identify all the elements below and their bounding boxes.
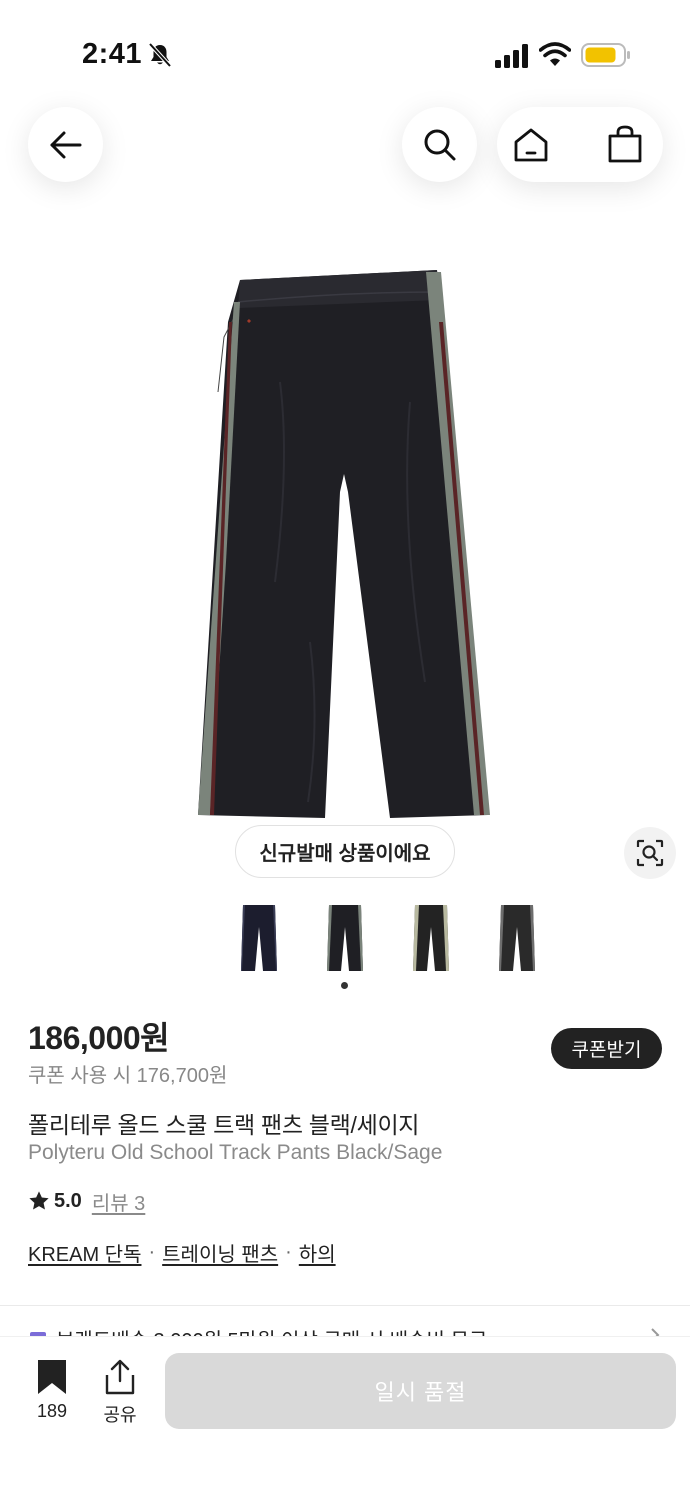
bell-slash-icon [148,42,172,68]
bottom-action-bar: 189 공유 일시 품절 [0,1336,690,1500]
page-indicator-dot [341,982,348,989]
tag-link-bottoms[interactable]: 하의 [299,1238,336,1267]
thumbnail-1[interactable] [216,895,301,980]
bookmark-icon [38,1360,66,1394]
image-search-icon [636,839,664,867]
home-icon [514,128,548,162]
signal-icon [495,44,528,68]
product-title-korean: 폴리테루 올드 스쿨 트랙 팬츠 블랙/세이지 [28,1112,420,1138]
rating-row: 5.0 리뷰 3 [28,1187,145,1215]
search-button[interactable] [402,107,477,182]
product-image[interactable] [190,262,500,822]
tags-row: KREAM 단독 · 트레이닝 팬츠 · 하의 [28,1238,336,1266]
home-button[interactable] [511,125,551,165]
product-title-english: Polyteru Old School Track Pants Black/Sa… [28,1141,443,1164]
section-divider [0,1305,690,1306]
bookmark-count: 189 [36,1401,68,1421]
back-arrow-icon [50,131,81,158]
rating-value: 5.0 [54,1189,82,1212]
search-icon [424,129,455,160]
header-action-group [497,107,663,182]
back-button[interactable] [28,107,103,182]
status-time: 2:41 [82,38,143,70]
thumbnail-strip [0,895,690,980]
thumbnail-4[interactable] [474,895,559,980]
product-price: 186,000원 [28,1020,170,1056]
battery-icon [581,43,630,67]
image-search-button[interactable] [624,827,676,879]
shopping-bag-icon [608,125,642,163]
tag-link-exclusive[interactable]: KREAM 단독 [28,1238,141,1267]
share-button[interactable]: 공유 [88,1359,152,1429]
star-icon [29,1191,49,1210]
tag-link-category[interactable]: 트레이닝 팬츠 [162,1238,278,1267]
tag-separator: · [148,1240,156,1263]
shopping-bag-button[interactable] [605,124,645,164]
review-link[interactable]: 리뷰 3 [92,1187,145,1216]
share-label: 공유 [103,1405,137,1425]
thumbnail-2[interactable] [302,895,387,980]
thumbnail-3[interactable] [388,895,473,980]
coupon-price: 쿠폰 사용 시 176,700원 [28,1065,228,1087]
status-bar: 2:41 [0,0,690,100]
wifi-icon [539,42,571,66]
tag-separator: · [285,1240,292,1263]
share-icon [105,1359,135,1395]
get-coupon-button[interactable]: 쿠폰받기 [551,1028,662,1069]
bookmark-button[interactable]: 189 [20,1359,84,1429]
sold-out-button[interactable]: 일시 품절 [165,1353,676,1429]
new-release-badge: 신규발매 상품이에요 [235,825,455,878]
